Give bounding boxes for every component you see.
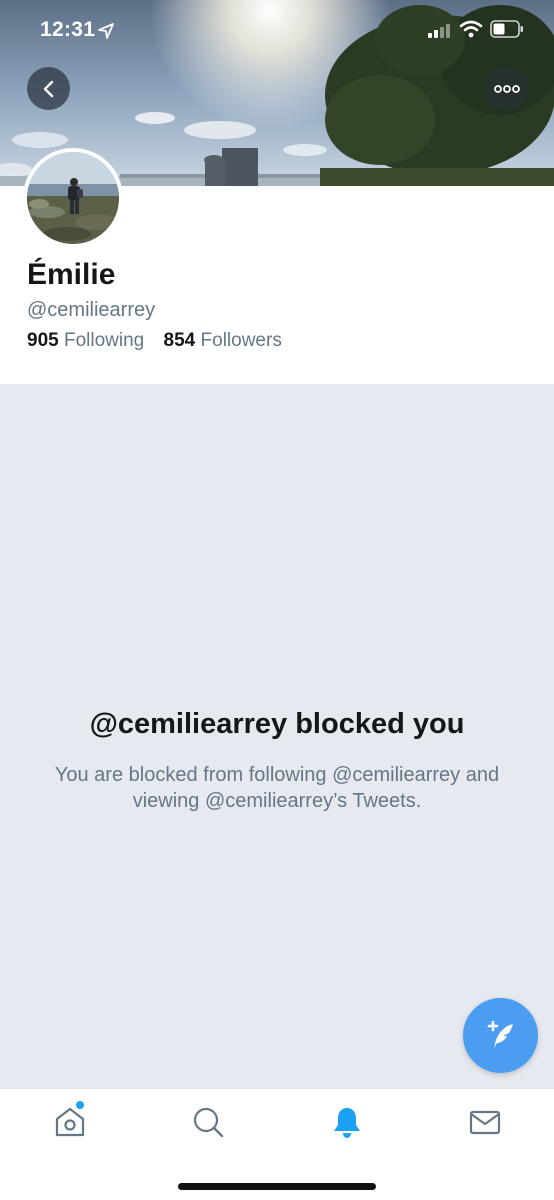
- status-time: 12:31: [40, 18, 96, 41]
- more-options-button[interactable]: [485, 67, 528, 110]
- compose-tweet-button[interactable]: [463, 998, 538, 1073]
- following-label: Following: [63, 330, 145, 351]
- tab-messages[interactable]: [468, 1105, 502, 1139]
- ellipsis-icon: [493, 84, 520, 93]
- tab-search[interactable]: [191, 1105, 225, 1139]
- bell-icon: [334, 1108, 360, 1138]
- bottom-tab-bar: [0, 1088, 554, 1200]
- profile-stats: 905 Following 854 Followers: [27, 330, 296, 352]
- tab-notifications[interactable]: [330, 1105, 364, 1139]
- search-icon: [193, 1107, 224, 1138]
- following-link[interactable]: 905 Following: [27, 330, 144, 352]
- home-icon: [55, 1107, 85, 1137]
- wifi-icon: [459, 20, 483, 38]
- tab-home[interactable]: [53, 1105, 87, 1139]
- mail-icon: [469, 1110, 501, 1135]
- home-notification-dot: [76, 1101, 84, 1109]
- cellular-signal-icon: [428, 24, 450, 38]
- followers-label: Followers: [200, 330, 282, 351]
- battery-icon: [490, 20, 523, 38]
- profile-name: Émilie: [27, 258, 116, 291]
- profile-handle: @cemiliearrey: [27, 299, 156, 321]
- avatar[interactable]: [23, 148, 123, 248]
- blocked-title: @cemiliearrey blocked you: [89, 708, 465, 740]
- location-arrow-icon: [98, 23, 114, 39]
- blocked-message: You are blocked from following @cemiliea…: [54, 764, 500, 812]
- following-count: 905: [27, 330, 59, 351]
- home-indicator: [178, 1183, 376, 1190]
- chevron-left-icon: [43, 80, 53, 97]
- followers-count: 854: [163, 330, 196, 351]
- followers-link[interactable]: 854 Followers: [164, 330, 282, 352]
- compose-tweet-icon: [487, 1020, 513, 1048]
- back-button[interactable]: [27, 67, 70, 110]
- status-bar: 12:31: [0, 0, 554, 60]
- avatar-image: [27, 152, 119, 244]
